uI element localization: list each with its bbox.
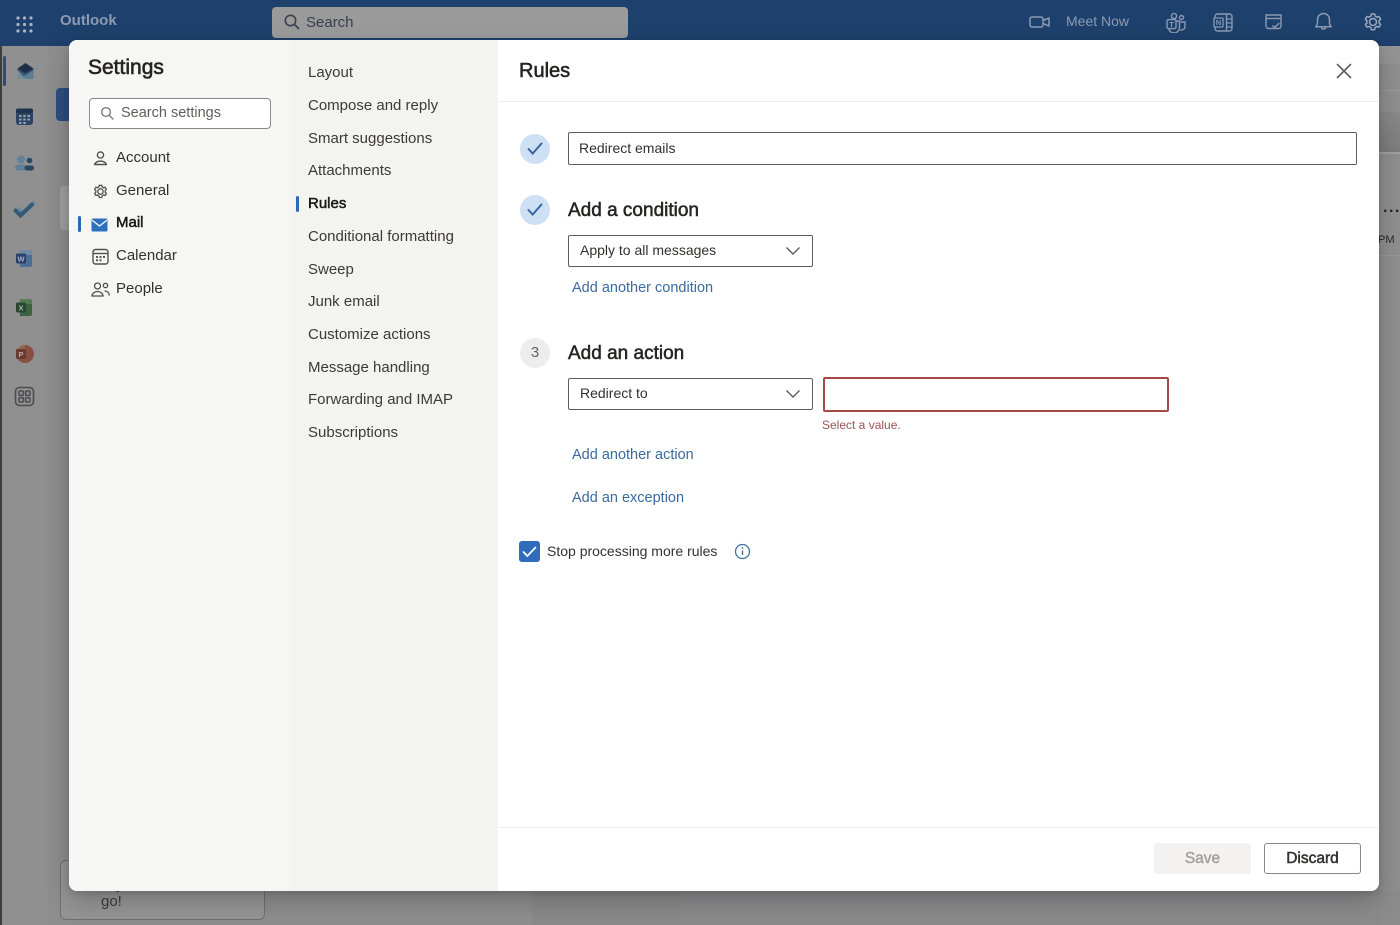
svg-text:X: X (18, 303, 23, 312)
svg-text:W: W (17, 254, 25, 263)
svg-text:T: T (1169, 20, 1174, 29)
svg-text:P: P (18, 350, 23, 359)
svg-text:N: N (1216, 18, 1221, 27)
